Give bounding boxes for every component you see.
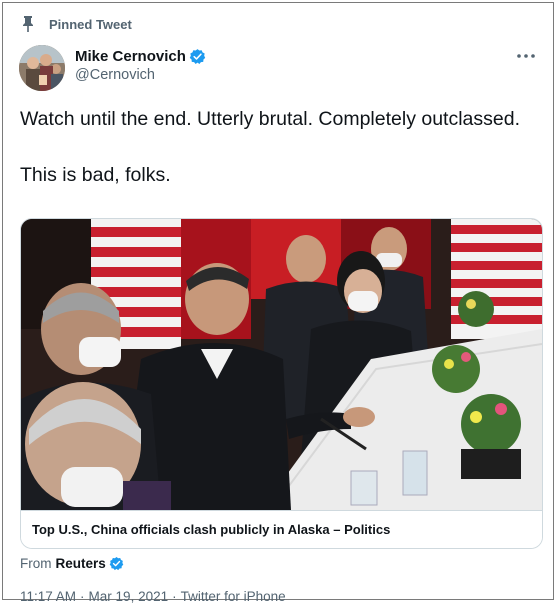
verified-badge-icon <box>109 556 124 571</box>
tweet-time[interactable]: 11:17 AM <box>20 589 76 604</box>
tweet-container: Pinned Tweet Mike Cernovich @Cernovich W… <box>2 2 554 604</box>
tweet-text: Watch until the end. Utterly brutal. Com… <box>20 108 521 186</box>
author-names: Mike Cernovich @Cernovich <box>75 48 206 83</box>
tweet-date[interactable]: Mar 19, 2021 <box>89 589 169 604</box>
source-prefix: From <box>20 556 52 571</box>
pinned-label: Pinned Tweet <box>49 16 132 32</box>
link-card[interactable]: Top U.S., China officials clash publicly… <box>20 218 543 549</box>
verified-badge-icon <box>189 49 206 64</box>
pinned-indicator: Pinned Tweet <box>21 15 132 33</box>
more-options-icon[interactable] <box>515 49 537 63</box>
author-row: Mike Cernovich @Cernovich <box>19 45 539 91</box>
pin-icon <box>23 16 33 32</box>
meta-separator: · <box>80 589 85 604</box>
avatar[interactable] <box>19 45 65 91</box>
tweet-meta: 11:17 AM · Mar 19, 2021 · Twitter for iP… <box>20 589 286 604</box>
source-attribution: From Reuters <box>20 556 124 571</box>
source-name[interactable]: Reuters <box>56 556 106 571</box>
card-title[interactable]: Top U.S., China officials clash publicly… <box>32 522 390 537</box>
card-image[interactable] <box>21 219 542 510</box>
meta-separator: · <box>172 589 177 604</box>
card-title-bar[interactable]: Top U.S., China officials clash publicly… <box>21 510 542 548</box>
author-handle[interactable]: @Cernovich <box>75 67 206 83</box>
tweet-client[interactable]: Twitter for iPhone <box>181 589 286 604</box>
author-name[interactable]: Mike Cernovich <box>75 48 186 65</box>
